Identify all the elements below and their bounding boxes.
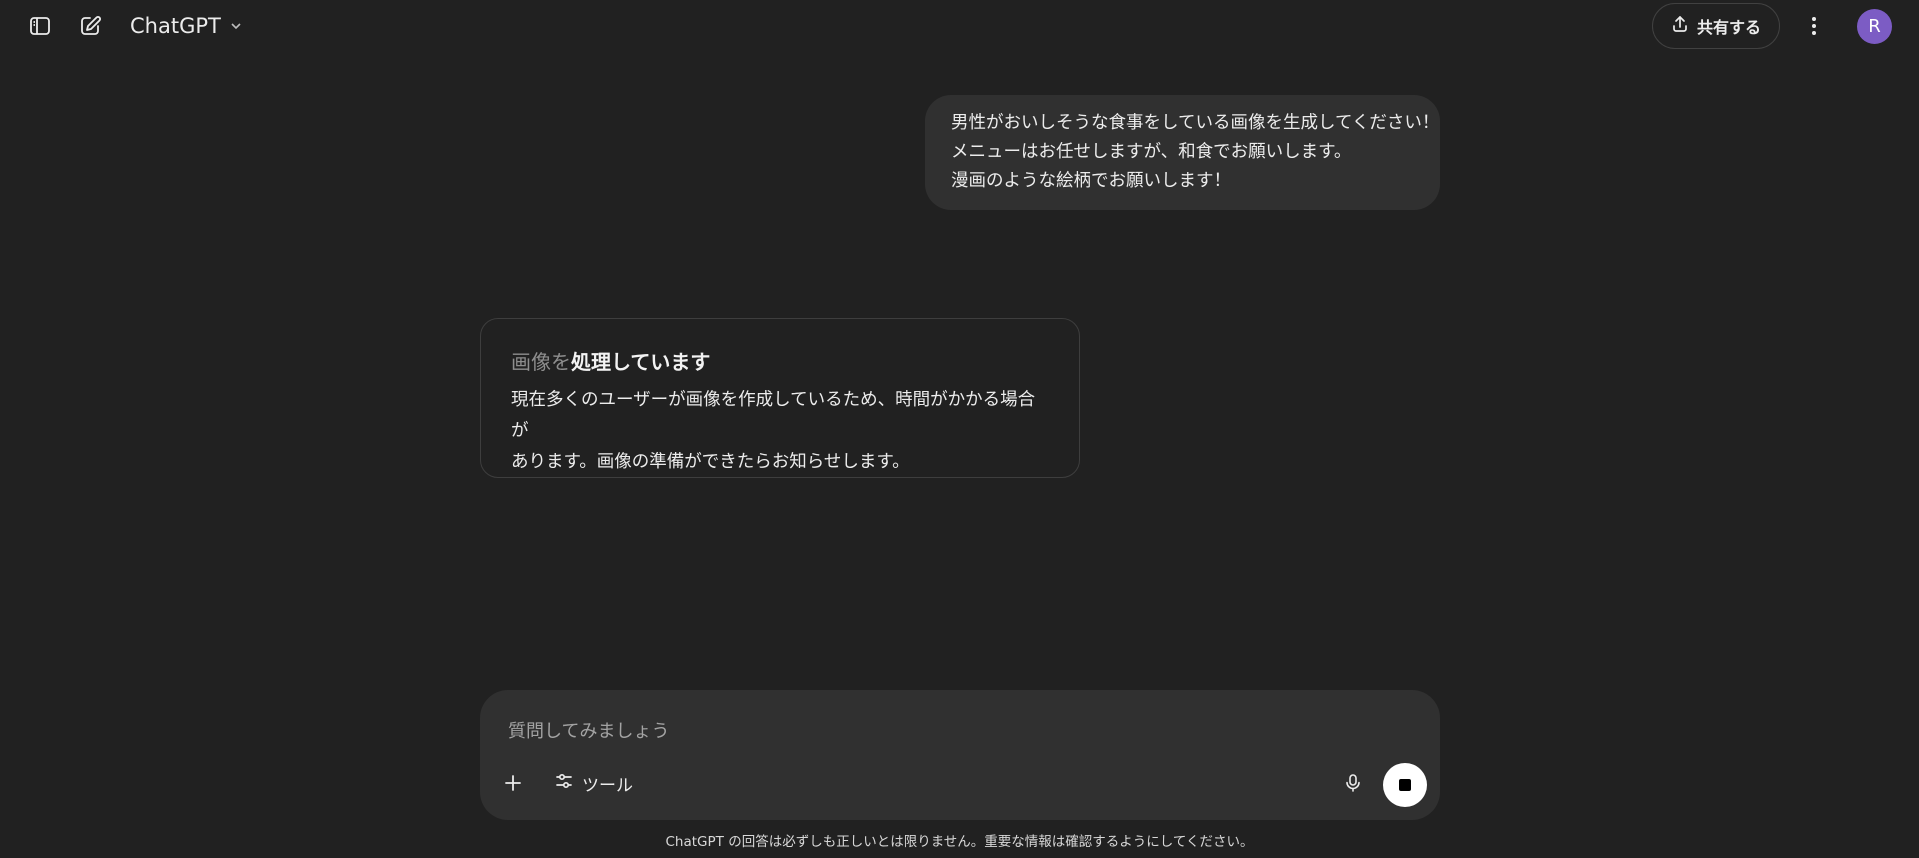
user-message-line: 男性がおいしそうな食事をしている画像を生成してください！ bbox=[951, 113, 1440, 133]
model-selector[interactable]: ChatGPT bbox=[122, 8, 251, 44]
stop-generating-button[interactable] bbox=[1383, 763, 1427, 807]
processing-title: 画像を処理しています bbox=[511, 349, 1049, 375]
more-options-button[interactable] bbox=[1794, 6, 1834, 46]
mic-icon bbox=[1343, 773, 1363, 793]
user-message-line: メニューはお任せしますが、和食でお願いします。 bbox=[951, 142, 1352, 162]
new-chat-button[interactable] bbox=[70, 6, 110, 46]
dictation-button[interactable] bbox=[1335, 765, 1371, 801]
sidebar-icon bbox=[28, 14, 52, 38]
user-message-line: 漫画のような絵柄でお願いします！ bbox=[951, 171, 1231, 191]
processing-message-line: 現在多くのユーザーが画像を作成しているため、時間がかかる場合が bbox=[511, 390, 1036, 441]
share-button[interactable]: 共有する bbox=[1652, 3, 1780, 49]
processing-message: 現在多くのユーザーが画像を作成しているため、時間がかかる場合が あります。画像の… bbox=[511, 385, 1049, 478]
processing-title-dim: 画像を bbox=[511, 350, 571, 374]
stop-icon bbox=[1399, 779, 1411, 791]
sidebar-toggle-button[interactable] bbox=[20, 6, 60, 46]
tools-button[interactable]: ツール bbox=[544, 765, 643, 801]
avatar-initial: R bbox=[1868, 16, 1881, 37]
edit-icon bbox=[78, 14, 102, 38]
chevron-down-icon bbox=[229, 14, 243, 38]
plus-icon bbox=[502, 772, 524, 794]
tools-label: ツール bbox=[582, 775, 633, 796]
processing-title-strong: 処理しています bbox=[571, 350, 711, 374]
avatar[interactable]: R bbox=[1857, 9, 1892, 44]
sliders-icon bbox=[554, 771, 574, 796]
prompt-input[interactable] bbox=[506, 716, 1306, 746]
disclaimer: ChatGPT の回答は必ずしも正しいとは限りません。重要な情報は確認するように… bbox=[665, 834, 1254, 850]
add-attachment-button[interactable] bbox=[495, 765, 531, 801]
model-name: ChatGPT bbox=[130, 14, 221, 38]
more-vertical-icon bbox=[1802, 14, 1826, 38]
image-processing-card: 画像を処理しています 現在多くのユーザーが画像を作成しているため、時間がかかる場… bbox=[480, 318, 1080, 478]
user-message: 男性がおいしそうな食事をしている画像を生成してください！ メニューはお任せします… bbox=[925, 95, 1440, 210]
share-label: 共有する bbox=[1696, 18, 1761, 37]
top-bar: ChatGPT 共有する R bbox=[0, 0, 1919, 52]
upload-icon bbox=[1671, 15, 1689, 37]
processing-message-line: あります。画像の準備ができたらお知らせします。 bbox=[511, 452, 910, 472]
composer: ツール bbox=[480, 690, 1440, 820]
